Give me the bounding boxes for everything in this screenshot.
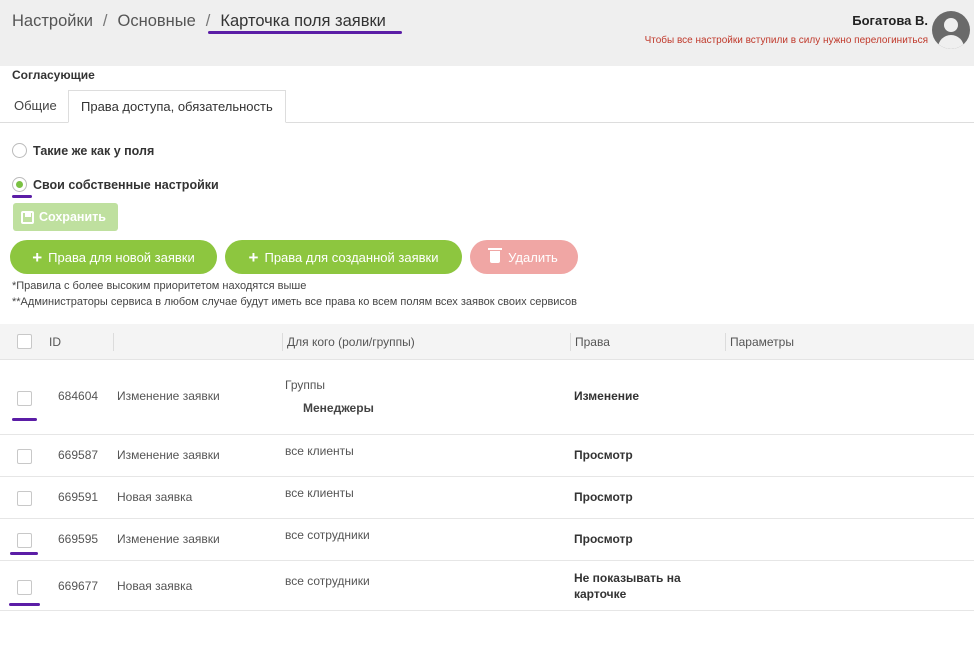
select-all-checkbox[interactable] (17, 334, 32, 349)
row-rights: Не показывать на карточке (574, 571, 681, 601)
radio-label: Такие же как у поля (33, 143, 155, 158)
delete-button[interactable]: Удалить (470, 240, 578, 274)
button-label: Права для новой заявки (48, 249, 195, 265)
column-rights[interactable]: Права (575, 324, 610, 360)
button-label: Удалить (508, 249, 558, 265)
section-title: Согласующие (12, 68, 95, 82)
table-row[interactable]: 669587 Изменение заявки все клиенты Прос… (0, 435, 974, 477)
row-rights: Просмотр (574, 532, 633, 546)
row-who: все клиенты (285, 486, 354, 500)
row-checkbox[interactable] (17, 391, 32, 406)
breadcrumb-separator: / (205, 12, 211, 30)
plus-icon: + (32, 247, 43, 267)
row-id: 669677 (58, 579, 99, 593)
plus-icon: + (248, 247, 259, 267)
tabs-bar: Общие Права доступа, обязательность (0, 90, 974, 123)
radio-own-settings[interactable]: Свои собственные настройки (12, 177, 219, 192)
priority-note: *Правила с более высоким приоритетом нах… (12, 280, 307, 292)
tab-access-rights[interactable]: Права доступа, обязательность (68, 90, 286, 123)
row-type: Новая заявка (117, 490, 193, 504)
save-button[interactable]: Сохранить (13, 203, 118, 231)
user-name[interactable]: Богатова В. (852, 13, 928, 28)
avatar-icon[interactable] (932, 11, 970, 49)
breadcrumb: Настройки / Основные / Карточка поля зая… (12, 12, 386, 31)
table-row[interactable]: 669677 Новая заявка все сотрудники Не по… (0, 561, 974, 611)
row-who: все клиенты (285, 444, 354, 458)
column-params[interactable]: Параметры (730, 324, 794, 360)
row-type: Изменение заявки (117, 448, 220, 462)
row-who: Группы (285, 378, 325, 392)
breadcrumb-current: Карточка поля заявки (220, 12, 386, 30)
column-id[interactable]: ID (49, 324, 61, 360)
add-new-request-rights-button[interactable]: + Права для новой заявки (10, 240, 217, 274)
row-checkbox[interactable] (17, 449, 32, 464)
column-who[interactable]: Для кого (роли/группы) (287, 324, 415, 360)
radio-same-as-field[interactable]: Такие же как у поля (12, 143, 154, 158)
row-checkbox[interactable] (17, 491, 32, 506)
floppy-icon (21, 210, 34, 224)
trash-icon (488, 248, 503, 263)
row-id: 669591 (58, 490, 99, 504)
radio-button[interactable] (12, 143, 27, 158)
row-checkbox[interactable] (17, 533, 32, 548)
annotation-underline (9, 603, 40, 606)
table-header: ID Для кого (роли/группы) Права Параметр… (0, 324, 974, 360)
breadcrumb-main[interactable]: Основные (118, 12, 196, 31)
breadcrumb-separator: / (102, 12, 108, 30)
radio-label: Свои собственные настройки (33, 177, 219, 192)
annotation-underline (10, 552, 38, 555)
save-button-label: Сохранить (39, 210, 106, 224)
table-row[interactable]: 669595 Изменение заявки все сотрудники П… (0, 519, 974, 561)
relogin-notice: Чтобы все настройки вступили в силу нужн… (644, 35, 928, 46)
row-id: 684604 (58, 389, 99, 403)
table-row[interactable]: 684604 Изменение заявки Группы Менеджеры… (0, 361, 974, 435)
row-who: все сотрудники (285, 528, 370, 542)
row-id: 669595 (58, 532, 99, 546)
admin-note: **Администраторы сервиса в любом случае … (12, 296, 578, 308)
annotation-underline (12, 195, 32, 198)
row-who: все сотрудники (285, 574, 370, 588)
row-rights: Изменение (574, 389, 640, 403)
radio-button-checked[interactable] (12, 177, 27, 192)
add-created-request-rights-button[interactable]: + Права для созданной заявки (225, 240, 462, 274)
row-type: Изменение заявки (117, 532, 220, 546)
row-type: Новая заявка (117, 579, 193, 593)
row-id: 669587 (58, 448, 99, 462)
row-checkbox[interactable] (17, 580, 32, 595)
button-label: Права для созданной заявки (264, 249, 439, 265)
row-who-detail: Менеджеры (303, 401, 374, 415)
row-rights: Просмотр (574, 490, 633, 504)
tab-general[interactable]: Общие (2, 90, 69, 123)
annotation-underline (12, 418, 37, 421)
table-row[interactable]: 669591 Новая заявка все клиенты Просмотр (0, 477, 974, 519)
annotation-underline (208, 31, 402, 34)
breadcrumb-settings[interactable]: Настройки (12, 12, 93, 31)
page-header: Настройки / Основные / Карточка поля зая… (0, 0, 974, 66)
row-type: Изменение заявки (117, 389, 220, 403)
row-rights: Просмотр (574, 448, 633, 462)
